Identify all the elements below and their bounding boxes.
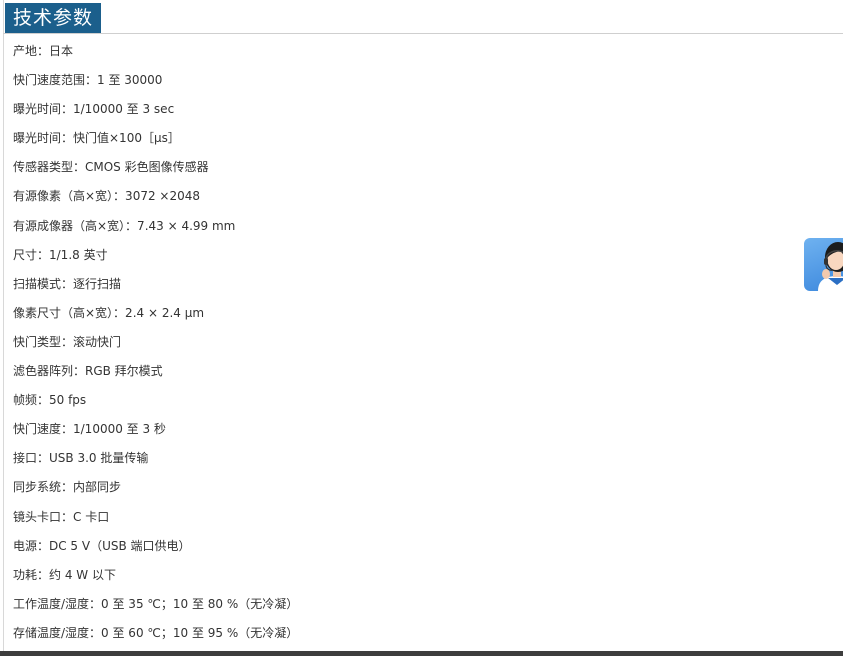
spec-item-size: 尺寸：1/1.8 英寸 <box>13 247 108 262</box>
spec-item-active-imager: 有源成像器（高×宽）：7.43 × 4.99 mm <box>13 218 236 233</box>
spec-item-interface: 接口：USB 3.0 批量传输 <box>13 451 149 466</box>
spec-item-lens-mount: 镜头卡口：C 卡口 <box>13 509 110 524</box>
spec-item-power-consumption: 功耗：约 4 W 以下 <box>13 567 116 582</box>
spec-item-power-supply: 电源：DC 5 V（USB 端口供电） <box>13 538 191 553</box>
spec-item-sensor-type: 传感器类型：CMOS 彩色图像传感器 <box>13 160 209 175</box>
bottom-scrollbar[interactable] <box>0 651 843 656</box>
spec-item-operating-temp: 工作温度/湿度：0 至 35 ℃；10 至 80 %（无冷凝） <box>13 596 299 611</box>
spec-item-shutter-speed-range: 快门速度范围：1 至 30000 <box>13 73 163 88</box>
spec-item-scan-mode: 扫描模式：逐行扫描 <box>13 276 122 291</box>
spec-item-pixel-size: 像素尺寸（高×宽）：2.4 × 2.4 μm <box>13 305 205 320</box>
spec-item-shutter-type: 快门类型：滚动快门 <box>13 334 122 349</box>
section-title: 技术参数 <box>5 3 102 33</box>
spec-item-shutter-speed: 快门速度：1/10000 至 3 秒 <box>13 422 166 437</box>
spec-item-frame-rate: 帧频：50 fps <box>13 393 87 408</box>
spec-item-color-filter: 滤色器阵列：RGB 拜尔模式 <box>13 364 163 379</box>
spec-list: 产地：日本 快门速度范围：1 至 30000 曝光时间：1/10000 至 3 … <box>13 37 298 648</box>
spec-item-sync-system: 同步系统：内部同步 <box>13 480 122 495</box>
spec-item-origin: 产地：日本 <box>13 44 74 58</box>
customer-service-button[interactable] <box>804 238 843 291</box>
spec-item-storage-temp: 存储温度/湿度：0 至 60 ℃；10 至 95 %（无冷凝） <box>13 625 299 640</box>
spec-item-active-pixels: 有源像素（高×宽）：3072 ×2048 <box>13 189 201 204</box>
section-header: 技术参数 <box>3 3 843 34</box>
spec-item-exposure-time-formula: 曝光时间：快门值×100［μs］ <box>13 131 180 146</box>
customer-service-avatar-icon <box>818 242 843 291</box>
spec-item-exposure-time: 曝光时间：1/10000 至 3 sec <box>13 102 175 117</box>
